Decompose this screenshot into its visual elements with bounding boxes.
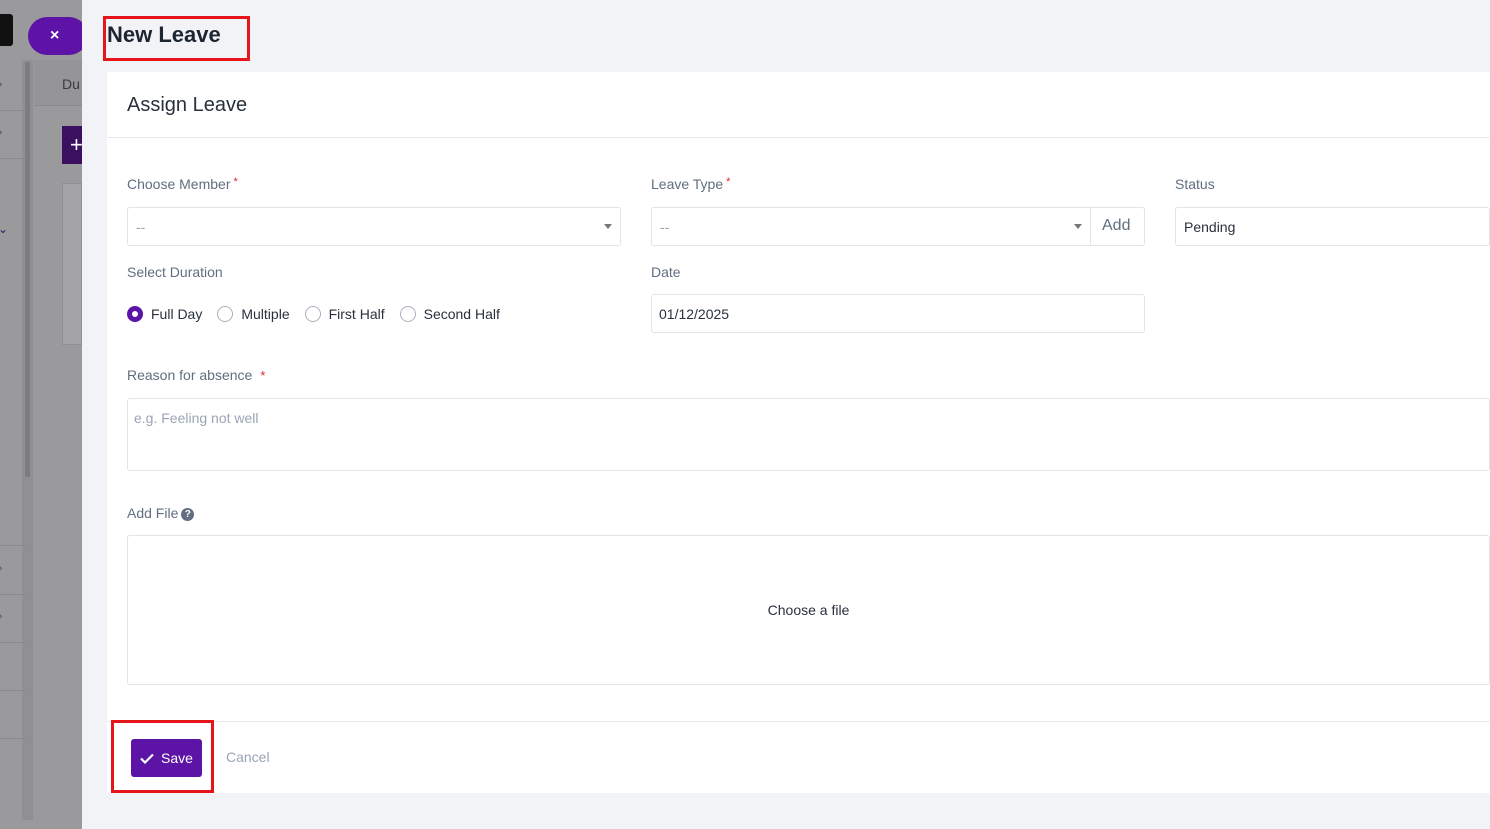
- radio-unselected-icon: [399, 306, 416, 322]
- reason-textarea[interactable]: e.g. Feeling not well: [127, 398, 1490, 471]
- app-logo: [0, 14, 13, 46]
- radio-label: Second Half: [423, 306, 500, 322]
- leave-type-label: Leave Type *: [651, 176, 730, 192]
- sidebar-divider: [0, 642, 26, 643]
- add-leave-type-button[interactable]: Add: [1091, 207, 1145, 246]
- radio-label: Full Day: [151, 306, 203, 322]
- chevron-right-icon: ›: [0, 609, 3, 623]
- sidebar-divider: [0, 158, 26, 159]
- radio-multiple[interactable]: Multiple: [217, 306, 290, 322]
- reason-label: Reason for absence *: [127, 367, 265, 383]
- chevron-right-icon: ›: [0, 561, 3, 575]
- date-label: Date: [651, 264, 681, 280]
- caret-down-icon: [1074, 224, 1082, 229]
- radio-label: Multiple: [241, 306, 290, 322]
- required-marker: *: [260, 368, 266, 383]
- form-footer: Save Cancel: [107, 721, 1490, 793]
- cancel-button[interactable]: Cancel: [226, 749, 270, 765]
- member-label-text: Choose Member: [127, 176, 231, 192]
- duration-label: Select Duration: [127, 264, 223, 280]
- radio-first-half[interactable]: First Half: [304, 306, 385, 322]
- reason-label-text: Reason for absence: [127, 367, 253, 383]
- card-title: Assign Leave: [107, 72, 1490, 138]
- sidebar-divider: [0, 690, 26, 691]
- leave-type-label-text: Leave Type: [651, 176, 724, 192]
- member-label: Choose Member *: [127, 176, 238, 192]
- close-icon: ×: [50, 27, 60, 44]
- highlight-box-title: [103, 16, 250, 61]
- dropzone-text: Choose a file: [767, 602, 850, 618]
- chevron-right-icon: ›: [0, 77, 3, 91]
- caret-down-icon: [604, 224, 612, 229]
- add-file-label: Add File?: [127, 505, 195, 521]
- highlight-box-save: [111, 720, 214, 793]
- radio-full-day[interactable]: Full Day: [127, 306, 202, 322]
- file-dropzone[interactable]: Choose a file: [127, 535, 1490, 685]
- status-select[interactable]: Pending: [1175, 207, 1490, 246]
- close-panel-button[interactable]: ×: [28, 17, 88, 55]
- add-file-label-text: Add File: [127, 505, 179, 521]
- background-app-overlay: › › ⌄ › › Du +: [0, 0, 82, 829]
- new-leave-panel: New Leave Assign Leave Choose Member * --…: [82, 0, 1490, 829]
- leave-type-select-value: --: [660, 219, 670, 235]
- sidebar-divider: [0, 545, 26, 546]
- radio-unselected-icon: [304, 306, 321, 322]
- duration-radio-group: Full Day Multiple First Half Second Half: [127, 306, 515, 322]
- help-icon[interactable]: ?: [181, 508, 195, 521]
- status-label: Status: [1175, 176, 1215, 192]
- chevron-right-icon: ›: [0, 125, 3, 139]
- radio-unselected-icon: [217, 306, 234, 322]
- required-marker: *: [233, 176, 238, 188]
- sidebar-divider: [0, 594, 26, 595]
- member-select-value: --: [136, 219, 146, 235]
- sidebar-divider: [0, 738, 26, 739]
- radio-selected-icon: [127, 306, 143, 322]
- background-tab-text: Du: [62, 76, 80, 92]
- radio-second-half[interactable]: Second Half: [399, 306, 500, 322]
- chevron-down-icon: ⌄: [0, 222, 9, 236]
- date-input[interactable]: 01/12/2025: [651, 294, 1145, 333]
- sidebar-divider: [0, 110, 26, 111]
- background-scrollbar: [25, 62, 30, 477]
- assign-leave-card: Assign Leave Choose Member * -- Leave Typ…: [107, 72, 1490, 793]
- background-card: [62, 183, 82, 345]
- radio-label: First Half: [328, 306, 385, 322]
- background-add-button: +: [62, 126, 82, 164]
- leave-type-select[interactable]: --: [651, 207, 1091, 246]
- required-marker: *: [726, 176, 731, 188]
- member-select[interactable]: --: [127, 207, 621, 246]
